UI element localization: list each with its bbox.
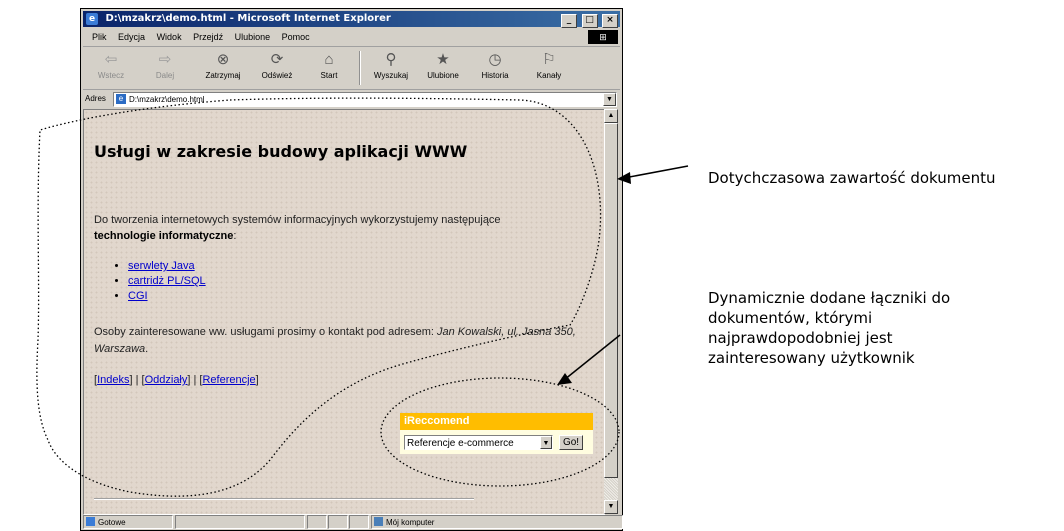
back-arrow-icon: ⇦ [104, 51, 118, 68]
intro-bold: technologie informatyczne [94, 230, 234, 242]
home-button[interactable]: ⌂ Start [303, 49, 355, 87]
link-cgi[interactable]: CGI [128, 290, 148, 302]
forward-button[interactable]: ⇨ Dalej [139, 49, 191, 87]
recommend-select[interactable]: Referencje e-commerce ▼ [404, 435, 553, 450]
menu-przejdz[interactable]: Przejdź [193, 29, 223, 46]
callout-bottom-text: Dynamicznie dodane łączniki do dokumentó… [708, 289, 951, 367]
menu-pomoc[interactable]: Pomoc [282, 29, 310, 46]
channels-icon: ⚐ [542, 51, 556, 68]
zone-panel: Mój komputer [371, 515, 623, 529]
search-button[interactable]: ⚲ Wyszukaj [365, 49, 417, 87]
page-icon: e [116, 94, 126, 104]
divider [94, 498, 474, 500]
computer-icon [374, 517, 383, 526]
refresh-button[interactable]: ⟳ Odśwież [251, 49, 303, 87]
intro-paragraph: Do tworzenia internetowych systemów info… [94, 214, 501, 242]
menu-ulubione[interactable]: Ulubione [235, 29, 271, 46]
nav-indeks[interactable]: Indeks [97, 374, 129, 386]
chevron-down-icon[interactable]: ▼ [540, 436, 552, 449]
menu-widok[interactable]: Widok [157, 29, 182, 46]
page-content: Usługi w zakresie budowy aplikacji WWW D… [83, 109, 605, 515]
favorites-button[interactable]: ★ Ulubione [417, 49, 469, 87]
scroll-down-button[interactable]: ▼ [604, 500, 618, 514]
menu-plik[interactable]: Plik [92, 29, 107, 46]
refresh-icon: ⟳ [270, 51, 284, 68]
windows-logo-icon: ⊞ [588, 30, 618, 44]
close-button[interactable]: × [602, 14, 618, 28]
home-icon: ⌂ [324, 51, 334, 68]
stop-button[interactable]: ⊗ Zatrzymaj [197, 49, 249, 87]
page-heading: Usługi w zakresie budowy aplikacji WWW [94, 142, 468, 161]
back-button[interactable]: ⇦ Wstecz [85, 49, 137, 87]
history-button[interactable]: ◷ Historia [469, 49, 521, 87]
nav-oddzialy[interactable]: Oddziały [145, 374, 188, 386]
browser-window: e D:\mzakrz\demo.html - Microsoft Intern… [80, 8, 623, 531]
callout-arrow-top [623, 165, 689, 179]
address-label: Adres [85, 94, 106, 103]
address-input[interactable]: e D:\mzakrz\demo.html ▼ [113, 92, 617, 107]
status-panel-empty [328, 515, 348, 529]
address-value: D:\mzakrz\demo.html [129, 95, 205, 104]
vertical-scrollbar[interactable]: ▲ ▼ [604, 109, 618, 514]
toolbar-separator [359, 51, 361, 85]
status-panel-empty [349, 515, 369, 529]
window-title: D:\mzakrz\demo.html - Microsoft Internet… [105, 13, 391, 24]
list-item: CGI [128, 289, 206, 304]
toolbar: ⇦ Wstecz ⇨ Dalej ⊗ Zatrzymaj ⟳ Odśwież ⌂… [83, 47, 620, 90]
nav-referencje[interactable]: Referencje [202, 374, 255, 386]
scroll-up-button[interactable]: ▲ [604, 109, 618, 123]
address-dropdown-button[interactable]: ▼ [603, 93, 616, 106]
status-text: Gotowe [98, 518, 126, 527]
go-button[interactable]: Go! [559, 435, 583, 450]
status-panel: Gotowe [83, 515, 173, 529]
callout-top-text: Dotychczasowa zawartość dokumentu [708, 169, 996, 187]
scroll-thumb[interactable] [604, 123, 618, 478]
recommend-widget: iReccomend Referencje e-commerce ▼ Go! [400, 413, 593, 454]
page-nav: [Indeks] | [Oddziały] | [Referencje] [94, 374, 259, 386]
technology-list: serwlety Java cartridż PL/SQL CGI [114, 259, 206, 304]
list-item: serwlety Java [128, 259, 206, 274]
status-panel-empty [307, 515, 327, 529]
channels-button[interactable]: ⚐ Kanały [523, 49, 575, 87]
page-status-icon [86, 517, 95, 526]
ie-logo-icon: e [86, 13, 98, 25]
title-bar[interactable]: e D:\mzakrz\demo.html - Microsoft Intern… [83, 11, 620, 28]
list-item: cartridż PL/SQL [128, 274, 206, 289]
zone-text: Mój komputer [386, 518, 435, 527]
forward-arrow-icon: ⇨ [158, 51, 172, 68]
address-bar: Adres e D:\mzakrz\demo.html ▼ [83, 91, 620, 107]
status-panel-empty [175, 515, 305, 529]
search-icon: ⚲ [385, 51, 397, 68]
history-icon: ◷ [488, 51, 502, 68]
status-bar: Gotowe Mój komputer [83, 515, 623, 529]
menu-bar: Plik Edycja Widok Przejdź Ulubione Pomoc… [83, 29, 620, 47]
contact-paragraph: Osoby zainteresowane ww. usługami prosim… [94, 326, 576, 355]
favorites-icon: ★ [436, 51, 450, 68]
link-cartridz-plsql[interactable]: cartridż PL/SQL [128, 275, 206, 287]
widget-title: iReccomend [400, 413, 593, 430]
link-serwlety-java[interactable]: serwlety Java [128, 260, 195, 272]
maximize-button[interactable]: □ [581, 14, 598, 28]
menu-edycja[interactable]: Edycja [118, 29, 145, 46]
stop-icon: ⊗ [216, 51, 230, 68]
minimize-button[interactable]: _ [561, 14, 578, 28]
